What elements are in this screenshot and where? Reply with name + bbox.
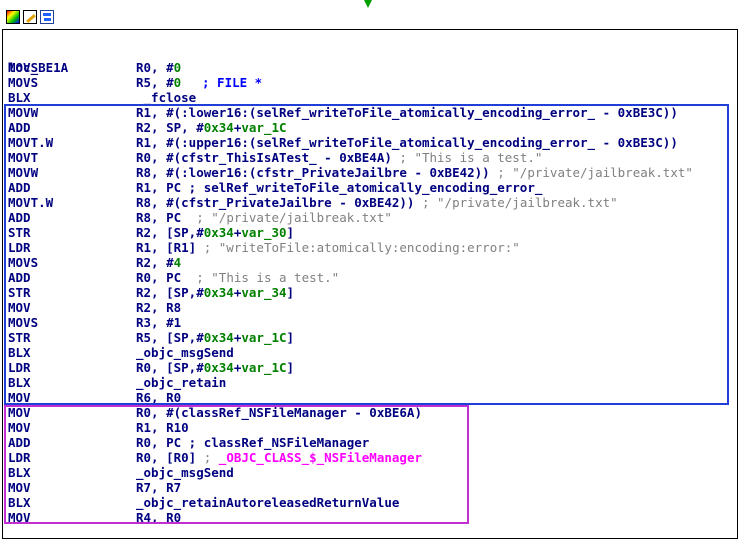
- edit-icon[interactable]: [23, 10, 37, 24]
- graph-toolbar: [6, 10, 54, 24]
- instruction-mnemonic: BLX: [8, 90, 31, 105]
- highlight-region-blue: [4, 104, 729, 405]
- instruction-operands: R5, #0: [136, 75, 181, 90]
- operand-segment: _fclose: [136, 90, 197, 105]
- instruction-mnemonic: MOVS: [8, 60, 39, 75]
- graph-view-icon[interactable]: [40, 10, 54, 24]
- operand-segment: 0: [173, 60, 182, 75]
- color-palette-icon[interactable]: [6, 10, 20, 24]
- instruction-operands: R0, #0: [136, 60, 181, 75]
- block-label-line: loc_BE1A ; FILE *: [8, 45, 262, 90]
- operand-segment: R5, #: [136, 75, 174, 90]
- highlight-region-purple: [4, 405, 469, 524]
- flow-arrow-icon: [364, 0, 372, 8]
- operand-segment: 0: [173, 75, 182, 90]
- operand-segment: R0, #: [136, 60, 174, 75]
- instruction-mnemonic: MOVS: [8, 75, 39, 90]
- block-label-comment: ; FILE *: [202, 75, 263, 90]
- instruction-operands: _fclose: [136, 90, 197, 105]
